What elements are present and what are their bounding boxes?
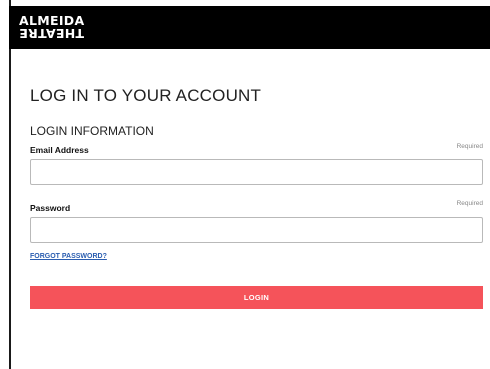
page-title: LOG IN TO YOUR ACCOUNT xyxy=(30,86,262,105)
logo-line-2: THEATRE xyxy=(19,26,85,41)
email-field[interactable] xyxy=(30,159,483,185)
login-button[interactable]: LOGIN xyxy=(30,286,483,309)
password-label: Password xyxy=(30,203,71,213)
password-required-note: Required xyxy=(456,200,483,207)
password-field[interactable] xyxy=(30,217,483,243)
almeida-theatre-logo[interactable]: ALMEIDA THEATRE xyxy=(19,14,85,41)
email-label: Email Address xyxy=(30,145,89,155)
section-title: LOGIN INFORMATION xyxy=(30,124,154,138)
forgot-password-link[interactable]: FORGOT PASSWORD? xyxy=(30,253,107,260)
email-required-note: Required xyxy=(456,143,483,150)
site-header: ALMEIDA THEATRE xyxy=(9,6,490,49)
